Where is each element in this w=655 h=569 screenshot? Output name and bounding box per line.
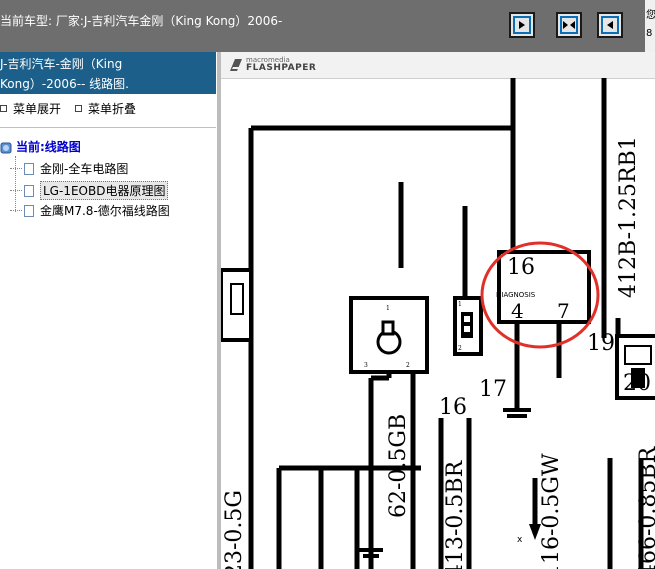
tree-root[interactable]: 当前:线路图	[0, 138, 81, 155]
tree-item-label: LG-1EOBD电器原理图	[40, 181, 169, 200]
flashpaper-logo-icon	[230, 59, 242, 71]
wire-116-label: 116-0.5GW	[539, 453, 564, 569]
menu-collapse-label: 菜单折叠	[88, 102, 137, 116]
connector-pin-2: 2	[458, 345, 462, 352]
logo-big-text: FLASHPAPER	[246, 63, 317, 73]
diagnosis-connector: 16 DIAGNOSIS 4 7	[496, 250, 591, 324]
document-icon	[24, 184, 34, 197]
label-17: 17	[479, 377, 507, 402]
wire-left-label: 23-0.5G	[222, 490, 247, 569]
tree-item-m78[interactable]: 金鹰M7.8-德尔福线路图	[10, 202, 170, 219]
right-info-strip: 您 8	[645, 0, 655, 52]
connector-pin-1: 1	[458, 301, 462, 308]
diag-pin-7: 7	[557, 299, 570, 323]
next-page-button[interactable]	[597, 12, 623, 38]
document-icon	[24, 204, 34, 217]
sidebar-title: J-吉利汽车-金刚（King Kong）-2006-- 线路图.	[0, 52, 216, 94]
label-16: 16	[439, 395, 467, 420]
square-bullet-icon	[75, 105, 83, 112]
switch-pin-1: 1	[386, 305, 390, 312]
diag-pin-16: 16	[507, 255, 535, 280]
right-strip-char-1: 您	[646, 10, 655, 21]
prev-page-button[interactable]	[509, 12, 535, 38]
sidebar-divider	[0, 127, 216, 128]
sidebar-title-line1: J-吉利汽车-金刚（King	[0, 57, 123, 71]
right-strip-char-2: 8	[646, 28, 653, 39]
tree-item-label: 金刚-全车电路图	[40, 162, 129, 176]
document-icon	[24, 162, 34, 175]
prev-page-icon	[513, 16, 531, 34]
wire-62-label: 62-0.5GB	[386, 414, 411, 518]
left-connector	[221, 268, 253, 342]
switch-pin-2: 2	[406, 362, 410, 369]
diag-pin-4: 4	[511, 299, 524, 323]
connector-17: 1 2	[453, 296, 483, 356]
menu-expand-label: 菜单展开	[13, 102, 62, 116]
menu-collapse-button[interactable]: 菜单折叠	[75, 100, 136, 117]
flashpaper-logo: macromedia FLASHPAPER	[229, 57, 316, 73]
ignition-switch: 1 3 2	[349, 296, 429, 374]
folder-globe-icon	[0, 142, 12, 153]
sidebar: J-吉利汽车-金刚（King Kong）-2006-- 线路图. 菜单展开 菜单…	[0, 52, 218, 569]
wiring-schematic: 1 3 2 1 2 16 DIAGNOSIS 4 7 16 17 19 20 x…	[221, 78, 655, 569]
diag-label: DIAGNOSIS	[496, 291, 536, 299]
label-19: 19	[587, 331, 615, 356]
switch-pin-3: 3	[364, 362, 368, 369]
top-toolbar: 当前车型: 厂家:J-吉利汽车金刚（King Kong）2006- 您 8	[0, 0, 655, 52]
flashpaper-header: macromedia FLASHPAPER	[221, 52, 655, 79]
tree-item-full-car[interactable]: 金刚-全车电路图	[10, 160, 128, 177]
fit-width-icon	[560, 16, 578, 34]
label-x: x	[517, 535, 523, 545]
label-20: 20	[623, 371, 651, 396]
next-page-icon	[601, 16, 619, 34]
current-car-label: 当前车型: 厂家:J-吉利汽车金刚（King Kong）2006-	[0, 14, 283, 28]
wire-466-label: 466-0.85BR	[636, 445, 655, 569]
tree-item-obd[interactable]: LG-1EOBD电器原理图	[10, 181, 169, 200]
wire-412-label: 412B-1.25RB1	[616, 136, 641, 298]
menu-expand-button[interactable]: 菜单展开	[0, 100, 61, 117]
fit-width-button[interactable]	[556, 12, 582, 38]
tree-root-label: 当前:线路图	[16, 140, 81, 154]
wire-413-label: 413-0.5BR	[443, 459, 468, 569]
menu-toggle-row: 菜单展开 菜单折叠	[0, 100, 136, 117]
square-bullet-icon	[0, 105, 7, 112]
sidebar-title-line2: Kong）-2006-- 线路图.	[0, 77, 129, 91]
document-viewer[interactable]: macromedia FLASHPAPER 1 3 2 1 2 16 DIAGN…	[221, 52, 655, 569]
tree-item-label: 金鹰M7.8-德尔福线路图	[40, 204, 170, 218]
